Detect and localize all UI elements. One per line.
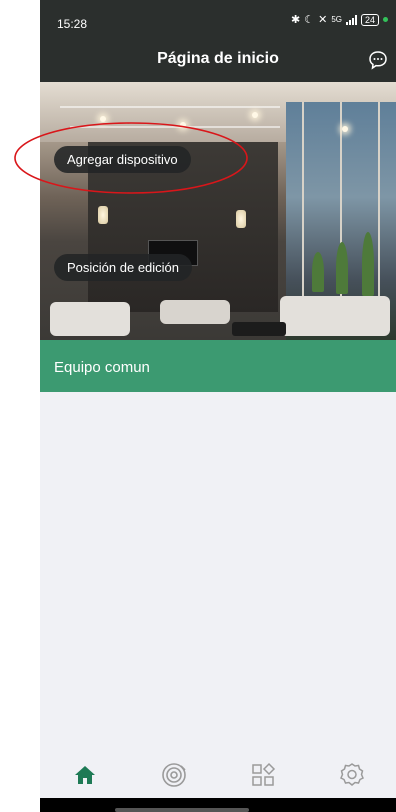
status-icons: ✱ ☾ ✕ 5G 24: [291, 13, 388, 26]
status-dot: [383, 17, 388, 22]
window-frame: [302, 102, 304, 302]
bluetooth-icon: ✱: [291, 14, 301, 26]
ceiling-beam: [60, 106, 280, 108]
armchair-graphic: [160, 300, 230, 324]
sofa-graphic: [50, 302, 130, 336]
scan-icon: [161, 763, 186, 787]
edit-position-button[interactable]: Posición de edición: [54, 254, 193, 281]
sofa-graphic: [280, 296, 390, 336]
signal-icon: [345, 14, 357, 25]
plant-graphic: [312, 252, 324, 292]
section-label: Equipo comun: [54, 359, 150, 376]
wall-sconce: [236, 210, 246, 228]
nav-scan[interactable]: [149, 752, 199, 798]
network-label: 5G: [331, 15, 342, 24]
nav-home[interactable]: [60, 752, 110, 798]
home-icon: [74, 766, 95, 784]
do-not-disturb-icon: ☾: [304, 14, 315, 26]
annotation-ellipse: [14, 122, 248, 194]
gesture-handle[interactable]: [115, 808, 249, 812]
plant-graphic: [336, 242, 348, 294]
top-bar: 15:28 ✱ ☾ ✕ 5G 24 Página de inicio: [40, 0, 396, 82]
common-devices-section: Equipo comun: [40, 340, 396, 392]
message-bubble-icon[interactable]: [368, 50, 388, 70]
page-title: Página de inicio: [157, 50, 279, 67]
ceiling-light: [342, 126, 348, 132]
window-frame: [378, 102, 380, 302]
ceiling-light: [252, 112, 258, 118]
nav-settings[interactable]: [327, 752, 377, 798]
bottom-navigation: [40, 752, 396, 798]
coffee-table-graphic: [232, 322, 286, 336]
battery-icon: 24: [360, 13, 379, 26]
plant-graphic: [362, 232, 374, 296]
settings-gear-icon: [339, 763, 364, 786]
apps-grid-icon: [251, 762, 275, 786]
nav-apps[interactable]: [238, 752, 288, 798]
status-time: 15:28: [57, 17, 88, 31]
wall-sconce: [98, 206, 108, 224]
vibrate-off-icon: ✕: [318, 14, 328, 26]
